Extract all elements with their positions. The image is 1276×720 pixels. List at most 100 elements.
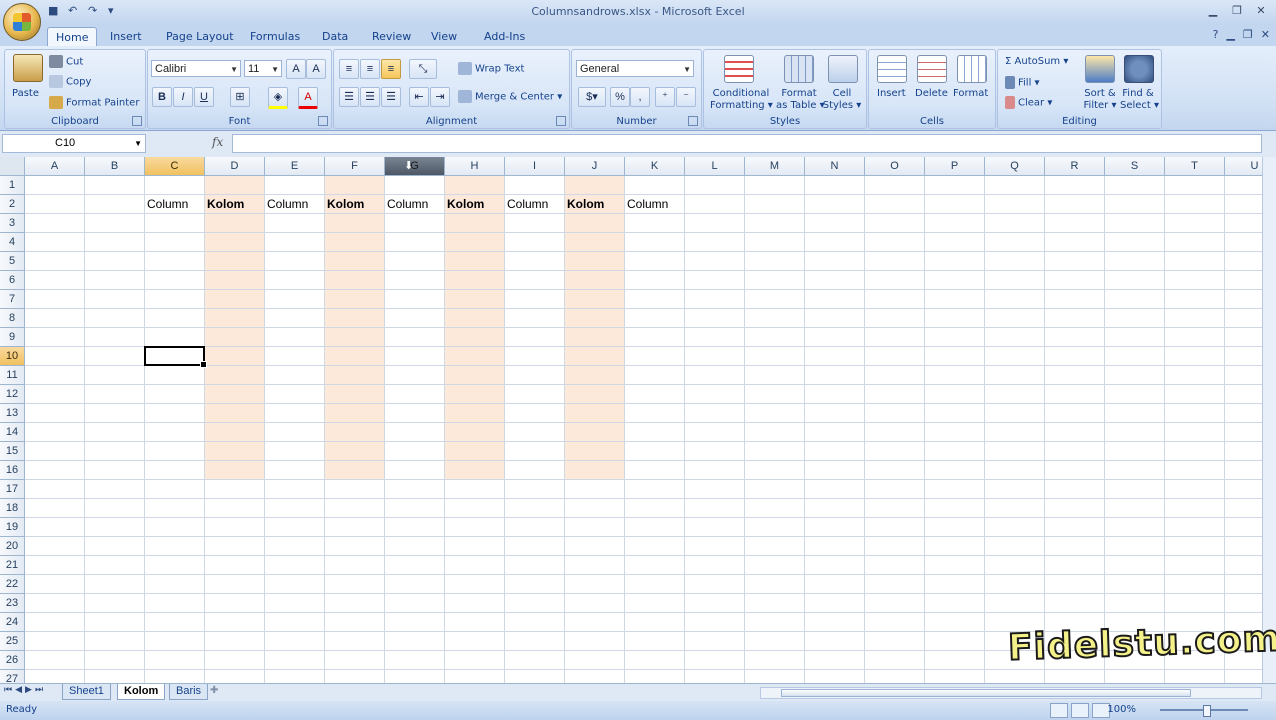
column-header-n[interactable]: N (805, 157, 865, 176)
merge-center-button[interactable]: Merge & Center (475, 92, 554, 103)
row-header-4[interactable]: 4 (0, 233, 25, 252)
fill-button[interactable]: Fill ▾ (1005, 76, 1040, 89)
column-header-c[interactable]: C (145, 157, 205, 176)
column-header-k[interactable]: K (625, 157, 685, 176)
align-left-button[interactable]: ☰ (339, 87, 359, 107)
delete-cells-button[interactable]: Delete (915, 88, 948, 99)
insert-cells-button[interactable]: Insert (877, 88, 906, 99)
clipboard-launcher[interactable] (132, 116, 142, 126)
row-header-26[interactable]: 26 (0, 651, 25, 670)
font-name-select[interactable]: Calibri ▼ (151, 60, 241, 77)
horizontal-scrollbar[interactable] (760, 687, 1262, 699)
column-header-d[interactable]: D (205, 157, 265, 176)
tab-data[interactable]: Data (314, 27, 356, 46)
autosum-button[interactable]: Σ AutoSum ▾ (1005, 56, 1068, 67)
row-header-9[interactable]: 9 (0, 328, 25, 347)
row-header-19[interactable]: 19 (0, 518, 25, 537)
row-header-10[interactable]: 10 (0, 347, 25, 366)
sort-filter-button[interactable]: Sort & Filter ▾ (1082, 88, 1118, 112)
tab-insert[interactable]: Insert (102, 27, 150, 46)
minimize-button[interactable]: ▁ (1204, 3, 1222, 19)
row-header-1[interactable]: 1 (0, 176, 25, 195)
column-header-s[interactable]: S (1105, 157, 1165, 176)
row-header-27[interactable]: 27 (0, 670, 25, 683)
number-launcher[interactable] (688, 116, 698, 126)
sheet-tab-baris[interactable]: Baris (169, 684, 209, 700)
clear-button[interactable]: Clear ▾ (1005, 96, 1052, 109)
font-size-select[interactable]: 11 ▼ (244, 60, 282, 77)
vertical-scrollbar[interactable] (1262, 157, 1276, 683)
column-header-i[interactable]: I (505, 157, 565, 176)
currency-button[interactable]: $▾ (578, 87, 606, 107)
column-header-g[interactable]: G (385, 157, 445, 176)
cell-i2[interactable]: Column (505, 195, 565, 214)
grow-font-button[interactable]: A (286, 59, 306, 79)
row-header-2[interactable]: 2 (0, 195, 25, 214)
align-center-button[interactable]: ☰ (360, 87, 380, 107)
increase-decimal-button[interactable]: ⁺ (655, 87, 675, 107)
percent-button[interactable]: % (610, 87, 630, 107)
row-header-3[interactable]: 3 (0, 214, 25, 233)
column-header-f[interactable]: F (325, 157, 385, 176)
column-header-o[interactable]: O (865, 157, 925, 176)
column-header-q[interactable]: Q (985, 157, 1045, 176)
tab-formulas[interactable]: Formulas (242, 27, 308, 46)
cell-c2[interactable]: Column (145, 195, 205, 214)
row-header-8[interactable]: 8 (0, 309, 25, 328)
workbook-restore-icon[interactable]: ❐ (1243, 28, 1253, 41)
conditional-formatting-button[interactable]: Conditional Formatting ▾ (710, 88, 773, 112)
restore-button[interactable]: ❐ (1228, 3, 1246, 19)
tab-view[interactable]: View (423, 27, 465, 46)
font-launcher[interactable] (318, 116, 328, 126)
row-header-18[interactable]: 18 (0, 499, 25, 518)
column-header-b[interactable]: B (85, 157, 145, 176)
cell-f2[interactable]: Kolom (325, 195, 385, 214)
cell-j2[interactable]: Kolom (565, 195, 625, 214)
help-icon[interactable]: ? (1213, 28, 1219, 41)
decrease-indent-button[interactable]: ⇤ (409, 87, 429, 107)
alignment-launcher[interactable] (556, 116, 566, 126)
borders-button[interactable]: ⊞ (230, 87, 250, 107)
row-header-5[interactable]: 5 (0, 252, 25, 271)
row-header-14[interactable]: 14 (0, 423, 25, 442)
row-header-24[interactable]: 24 (0, 613, 25, 632)
row-header-22[interactable]: 22 (0, 575, 25, 594)
cut-button[interactable]: Cut (66, 57, 83, 68)
row-header-6[interactable]: 6 (0, 271, 25, 290)
copy-button[interactable]: Copy (66, 77, 91, 88)
row-header-23[interactable]: 23 (0, 594, 25, 613)
sheet-tab-sheet1[interactable]: Sheet1 (62, 684, 111, 700)
shrink-font-button[interactable]: A (306, 59, 326, 79)
column-header-u[interactable]: U (1225, 157, 1262, 176)
worksheet-grid[interactable]: A B C D E F G H I J K L M N O P Q R S T U 1 2 3 4 5 6 7 8 9 10 11 12 13 14… (0, 157, 1262, 683)
cell-styles-button[interactable]: Cell Styles ▾ (822, 88, 862, 112)
normal-view-icon[interactable] (1050, 703, 1068, 718)
fill-handle[interactable] (200, 361, 207, 368)
underline-button[interactable]: U (194, 87, 214, 107)
row-header-20[interactable]: 20 (0, 537, 25, 556)
comma-button[interactable]: , (630, 87, 650, 107)
decrease-decimal-button[interactable]: ⁻ (676, 87, 696, 107)
align-top-button[interactable]: ≡ (339, 59, 359, 79)
orientation-button[interactable]: ⤡ (409, 59, 437, 79)
format-cells-button[interactable]: Format (953, 88, 988, 99)
office-button[interactable] (3, 3, 41, 41)
row-header-15[interactable]: 15 (0, 442, 25, 461)
column-header-j[interactable]: J (565, 157, 625, 176)
format-painter-button[interactable]: Format Painter (66, 98, 139, 109)
paste-button[interactable]: Paste (12, 88, 39, 99)
page-layout-view-icon[interactable] (1071, 703, 1089, 718)
column-header-e[interactable]: E (265, 157, 325, 176)
bold-button[interactable]: B (152, 87, 172, 107)
cell-d2[interactable]: Kolom (205, 195, 265, 214)
fx-icon[interactable]: fx (212, 135, 223, 149)
workbook-minimize-icon[interactable]: ▁ (1226, 28, 1234, 41)
cell-g2[interactable]: Column (385, 195, 445, 214)
cell-h2[interactable]: Kolom (445, 195, 505, 214)
row-header-21[interactable]: 21 (0, 556, 25, 575)
align-bottom-button[interactable]: ≡ (381, 59, 401, 79)
sheet-nav-buttons[interactable]: ⏮◀▶⏭ (4, 685, 46, 695)
insert-sheet-icon[interactable]: ✚ (210, 685, 230, 698)
tab-review[interactable]: Review (364, 27, 419, 46)
close-button[interactable]: ✕ (1252, 3, 1270, 19)
